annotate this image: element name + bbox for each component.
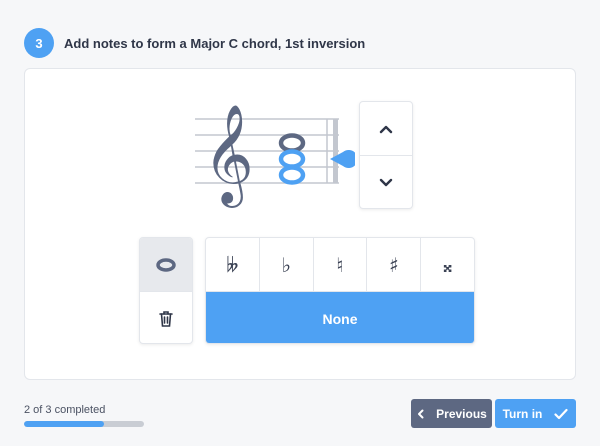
double-flat-icon: 𝄫: [226, 252, 239, 277]
double-flat-button[interactable]: 𝄫: [206, 238, 260, 291]
double-sharp-icon: 𝄪: [443, 252, 453, 277]
step-badge: 3: [24, 28, 54, 58]
accidental-picker: 𝄫 ♭ ♮ ♯ 𝄪 None: [205, 237, 475, 344]
turn-in-label: Turn in: [502, 406, 543, 421]
natural-button[interactable]: ♮: [314, 238, 368, 291]
note-e: [278, 149, 306, 169]
pitch-control: [359, 101, 413, 209]
whole-note-icon: [156, 257, 176, 272]
music-staff[interactable]: 𝄞: [195, 97, 355, 217]
pitch-up-button[interactable]: [360, 102, 412, 156]
previous-button[interactable]: Previous: [411, 399, 492, 428]
progress-text: 2 of 3 completed: [24, 404, 106, 416]
checkmark-icon: [554, 408, 568, 419]
whole-note-button[interactable]: [140, 238, 192, 292]
note-g: [278, 133, 306, 153]
treble-clef-icon: 𝄞: [203, 104, 254, 208]
turn-in-button[interactable]: Turn in: [495, 399, 576, 428]
svg-text:𝄞: 𝄞: [203, 104, 254, 208]
delete-note-button[interactable]: [140, 292, 192, 343]
sharp-icon: ♯: [388, 252, 399, 277]
chevron-up-icon: [379, 125, 393, 133]
pitch-down-button[interactable]: [360, 156, 412, 208]
question-title: Add notes to form a Major C chord, 1st i…: [64, 35, 366, 51]
note-tools: [139, 237, 193, 344]
chevron-down-icon: [379, 178, 393, 186]
flat-icon: ♭: [281, 252, 291, 277]
exercise-card: 𝄞 𝄫 ♭ ♮ ♯ 𝄪 None: [24, 68, 576, 380]
trash-icon: [159, 310, 173, 327]
progress-bar: [24, 421, 144, 427]
question-header: 3 Add notes to form a Major C chord, 1st…: [24, 28, 365, 58]
no-accidental-button[interactable]: None: [206, 292, 474, 343]
note-c: [278, 165, 306, 185]
chevron-left-icon: [418, 409, 424, 418]
progress-bar-fill: [24, 421, 105, 427]
chord-notes[interactable]: [278, 133, 306, 185]
sharp-button[interactable]: ♯: [367, 238, 422, 291]
previous-label: Previous: [436, 406, 487, 421]
double-sharp-button[interactable]: 𝄪: [421, 238, 474, 291]
flat-button[interactable]: ♭: [260, 238, 314, 291]
natural-icon: ♮: [336, 252, 344, 277]
